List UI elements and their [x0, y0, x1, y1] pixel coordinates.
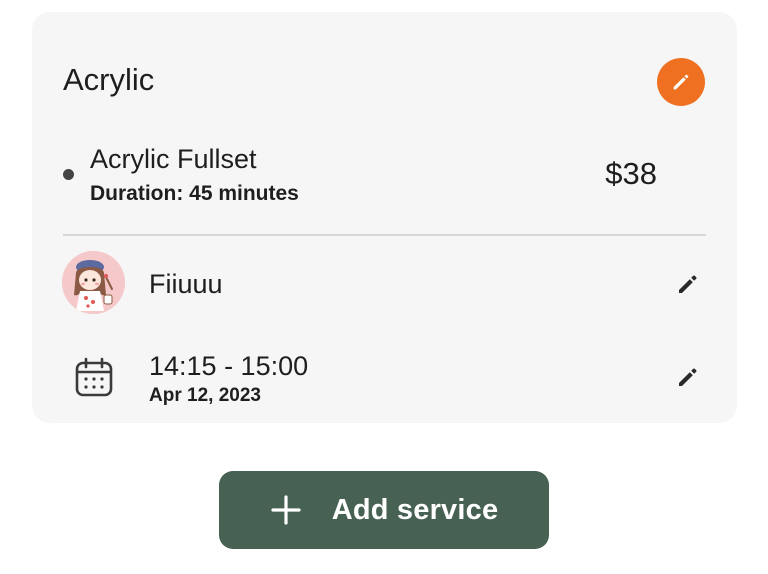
divider: [63, 234, 706, 236]
plus-icon: [271, 495, 301, 525]
service-group-title: Acrylic: [63, 62, 155, 97]
edit-appointment-time-button[interactable]: [673, 362, 703, 392]
edit-service-group-button[interactable]: [657, 58, 705, 106]
service-card: Acrylic Acrylic Fullset Duration: 45 min…: [32, 12, 737, 423]
calendar-icon: [75, 357, 113, 397]
pencil-icon: [679, 275, 697, 293]
add-service-label: Add service: [331, 493, 499, 526]
staff-name: Fiiuuu: [149, 269, 223, 299]
add-service-button[interactable]: Add service: [219, 471, 549, 549]
appointment-time: 14:15 - 15:00: [149, 351, 309, 381]
service-name: Acrylic Fullset: [90, 144, 257, 174]
pencil-icon: [673, 74, 689, 90]
service-duration: Duration: 45 minutes: [90, 182, 299, 205]
edit-staff-button[interactable]: [673, 269, 703, 299]
avatar-illustration-icon: [62, 251, 125, 314]
pencil-icon: [679, 368, 697, 386]
appointment-date: Apr 12, 2023: [149, 385, 261, 406]
service-bullet: [63, 169, 74, 180]
staff-avatar: [62, 251, 125, 314]
service-price: $38: [605, 156, 657, 191]
